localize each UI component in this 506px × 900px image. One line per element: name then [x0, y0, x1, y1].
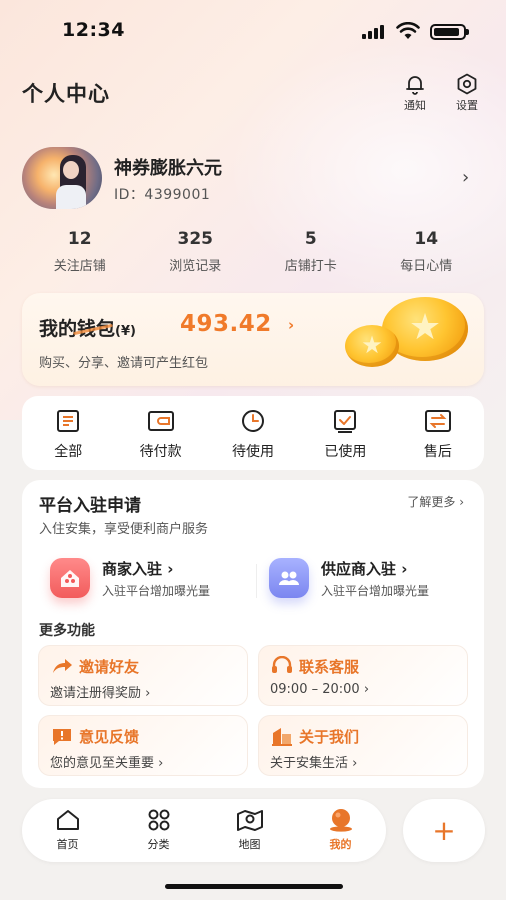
stat-label: 浏览记录: [169, 259, 222, 274]
wallet-icon: [147, 411, 174, 431]
tab-label: 地图: [238, 838, 261, 851]
stat-value: 325: [177, 229, 214, 249]
merchant-join-button[interactable]: 商家入驻 › 入驻平台增加曝光量: [50, 556, 250, 606]
status-bar: 12:34: [0, 0, 506, 60]
section-title: 平台入驻申请: [39, 496, 141, 516]
feedback-icon: [53, 729, 71, 745]
exchange-icon: [424, 410, 451, 432]
order-to-use[interactable]: 待使用: [207, 396, 299, 470]
clock-icon: [242, 410, 265, 432]
signal-icon: [362, 25, 386, 39]
check-icon: [334, 410, 357, 433]
stat-label: 店铺打卡: [284, 259, 337, 274]
merchant-icon: [50, 558, 90, 598]
wallet-unit: (¥): [115, 324, 136, 339]
order-all[interactable]: 全部: [22, 396, 114, 470]
customer-service-card[interactable]: 联系客服 09:00 – 20:00 ›: [258, 645, 468, 706]
stat-label: 关注店铺: [53, 259, 106, 274]
gear-icon: [457, 73, 477, 95]
merchant-join-desc: 入驻平台增加曝光量: [102, 584, 211, 598]
gold-coin-small-icon: ★: [345, 325, 399, 367]
stat-value: 12: [67, 229, 92, 249]
headset-icon: [272, 656, 292, 673]
platform-card: 平台入驻申请 了解更多 › 入住安集，享受便利商户服务 商家入驻 › 入驻平台增…: [22, 480, 484, 788]
section-subtitle: 入住安集，享受便利商户服务: [39, 522, 209, 537]
settings-button[interactable]: 设置: [447, 72, 487, 113]
tab-profile[interactable]: 我的: [295, 799, 386, 862]
notification-button[interactable]: 通知: [395, 72, 435, 113]
stat-store-checkins[interactable]: 5 店铺打卡: [253, 229, 369, 274]
user-name[interactable]: 神券膨胀六元: [114, 154, 222, 180]
bell-icon: [406, 76, 424, 95]
supplier-join-title: 供应商入驻 ›: [321, 560, 408, 578]
home-indicator: [165, 884, 343, 889]
chevron-right-icon: ›: [288, 316, 295, 334]
chevron-right-icon[interactable]: ›: [462, 167, 469, 188]
profile-icon: [329, 809, 352, 832]
avatar[interactable]: [22, 147, 102, 209]
bottom-tab-bar: 首页 分类 地图 我的: [22, 799, 386, 862]
tab-label: 我的: [329, 838, 352, 851]
page-title: 个人中心: [22, 82, 110, 106]
settings-label: 设置: [456, 99, 478, 112]
order-label: 已使用: [324, 444, 367, 460]
building-icon: [272, 728, 292, 746]
feedback-card[interactable]: 意见反馈 您的意见至关重要 ›: [38, 715, 248, 776]
order-label: 售后: [423, 444, 452, 460]
share-icon: [53, 659, 72, 673]
wallet-title: 我的钱包(¥): [39, 314, 136, 341]
home-icon: [56, 810, 79, 830]
supplier-join-desc: 入驻平台增加曝光量: [321, 584, 430, 598]
stat-browse-history[interactable]: 325 浏览记录: [138, 229, 254, 274]
stat-value: 14: [414, 229, 439, 249]
tab-category[interactable]: 分类: [113, 799, 204, 862]
battery-icon: [430, 24, 469, 40]
order-label: 待付款: [139, 444, 182, 460]
feature-desc: 邀请注册得奖励 ›: [50, 686, 151, 701]
order-pending-payment[interactable]: 待付款: [114, 396, 206, 470]
wallet-description: 购买、分享、邀请可产生红包: [39, 356, 209, 371]
order-used[interactable]: 已使用: [299, 396, 391, 470]
feature-title: 联系客服: [299, 658, 360, 676]
order-label: 全部: [54, 444, 83, 460]
add-button[interactable]: +: [403, 799, 485, 862]
stat-label: 每日心情: [400, 259, 453, 274]
map-icon: [236, 810, 263, 831]
list-icon: [57, 410, 80, 432]
notification-label: 通知: [404, 99, 426, 112]
stats-row: 12 关注店铺 325 浏览记录 5 店铺打卡 14 每日心情: [22, 229, 484, 274]
tab-map[interactable]: 地图: [204, 799, 295, 862]
supplier-join-button[interactable]: 供应商入驻 › 入驻平台增加曝光量: [269, 556, 474, 606]
stat-followed-stores[interactable]: 12 关注店铺: [22, 229, 138, 274]
divider: [256, 564, 257, 598]
wallet-card[interactable]: 我的钱包(¥) 493.42 › 购买、分享、邀请可产生红包 ★ ★: [22, 293, 484, 386]
feature-desc: 您的意见至关重要 ›: [50, 756, 164, 771]
feature-title: 关于我们: [299, 728, 360, 746]
tab-label: 首页: [56, 838, 79, 851]
order-label: 待使用: [232, 444, 275, 460]
stat-value: 5: [304, 229, 317, 249]
user-id: ID：4399001: [114, 187, 211, 203]
wallet-amount: 493.42: [180, 311, 272, 337]
category-icon: [148, 809, 169, 831]
learn-more-link[interactable]: 了解更多 ›: [407, 493, 464, 510]
supplier-icon: [269, 558, 309, 598]
stat-daily-mood[interactable]: 14 每日心情: [369, 229, 485, 274]
order-status-bar: 全部 待付款 待使用 已使用 售后: [22, 396, 484, 470]
about-us-card[interactable]: 关于我们 关于安集生活 ›: [258, 715, 468, 776]
more-features-title: 更多功能: [39, 623, 95, 639]
merchant-join-title: 商家入驻 ›: [102, 560, 174, 578]
invite-friends-card[interactable]: 邀请好友 邀请注册得奖励 ›: [38, 645, 248, 706]
tab-label: 分类: [147, 838, 170, 851]
feature-desc: 09:00 – 20:00 ›: [270, 682, 370, 697]
order-after-sales[interactable]: 售后: [392, 396, 484, 470]
feature-title: 邀请好友: [79, 658, 140, 676]
tab-home[interactable]: 首页: [22, 799, 113, 862]
feature-desc: 关于安集生活 ›: [270, 756, 358, 771]
wifi-icon: [396, 22, 420, 39]
status-time: 12:34: [62, 19, 125, 41]
feature-title: 意见反馈: [79, 728, 140, 746]
